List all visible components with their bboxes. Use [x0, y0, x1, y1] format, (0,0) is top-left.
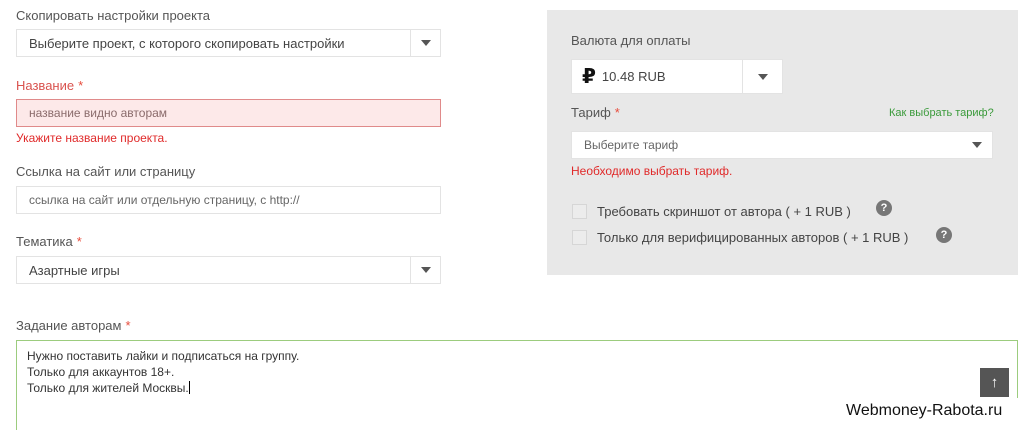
task-line: Только для аккаунтов 18+.: [27, 365, 175, 379]
chevron-down-icon[interactable]: [410, 30, 440, 56]
site-link-input-placeholder: ссылка на сайт или отдельную страницу, с…: [29, 193, 300, 207]
copy-settings-select[interactable]: Выберите проект, с которого скопировать …: [16, 29, 441, 57]
topic-select-value: Азартные игры: [29, 262, 120, 278]
name-error: Укажите название проекта.: [16, 131, 168, 145]
currency-select-value: ₽ 10.48 RUB: [572, 64, 742, 89]
task-line: Только для жителей Москвы.: [27, 381, 189, 395]
scroll-to-top-button[interactable]: ↑: [980, 368, 1009, 397]
name-label: Название *: [16, 78, 83, 93]
chevron-down-icon[interactable]: [742, 60, 782, 93]
task-line: Нужно поставить лайки и подписаться на г…: [27, 349, 300, 363]
help-icon[interactable]: ?: [936, 227, 952, 243]
task-label: Задание авторам *: [16, 318, 131, 333]
ruble-icon: ₽: [582, 66, 596, 88]
how-to-choose-tariff-link[interactable]: Как выбрать тариф?: [889, 107, 994, 119]
topic-label: Тематика *: [16, 234, 82, 249]
currency-select[interactable]: ₽ 10.48 RUB: [571, 59, 783, 94]
screenshot-checkbox-label: Требовать скриншот от автора ( + 1 RUB ): [597, 204, 851, 219]
site-link-input[interactable]: ссылка на сайт или отдельную страницу, с…: [16, 186, 441, 214]
tariff-label: Тариф *: [571, 105, 620, 120]
topic-label-text: Тематика: [16, 234, 73, 249]
chevron-down-icon[interactable]: [410, 257, 440, 283]
help-icon[interactable]: ?: [876, 200, 892, 216]
task-label-text: Задание авторам: [16, 318, 122, 333]
name-label-text: Название: [16, 78, 75, 93]
required-mark: *: [614, 105, 620, 120]
currency-label: Валюта для оплаты: [571, 33, 691, 48]
text-caret: [188, 381, 190, 394]
chevron-down-icon[interactable]: [962, 132, 992, 158]
topic-select[interactable]: Азартные игры: [16, 256, 441, 284]
payment-panel: Валюта для оплаты ₽ 10.48 RUB Тариф * Как…: [547, 10, 1018, 275]
arrow-up-icon: ↑: [990, 374, 999, 391]
watermark: Webmoney-Rabota.ru: [846, 402, 1003, 419]
copy-settings-select-value: Выберите проект, с которого скопировать …: [29, 35, 345, 51]
currency-value-text: 10.48 RUB: [601, 69, 666, 84]
verified-authors-checkbox[interactable]: [572, 230, 587, 245]
task-line-last: Только для жителей Москвы.: [27, 380, 1007, 396]
copy-settings-label: Скопировать настройки проекта: [16, 8, 211, 23]
verified-authors-checkbox-label: Только для верифицированных авторов ( + …: [597, 230, 909, 245]
required-mark: *: [78, 78, 84, 93]
tariff-error: Необходимо выбрать тариф.: [571, 164, 733, 178]
required-mark: *: [76, 234, 82, 249]
site-link-label: Ссылка на сайт или страницу: [16, 164, 196, 179]
name-input[interactable]: название видно авторам: [16, 99, 441, 127]
name-input-placeholder: название видно авторам: [29, 106, 168, 120]
tariff-select[interactable]: Выберите тариф: [571, 131, 993, 159]
tariff-select-value: Выберите тариф: [584, 138, 679, 152]
required-mark: *: [125, 318, 131, 333]
tariff-label-text: Тариф: [571, 105, 611, 120]
screenshot-checkbox[interactable]: [572, 204, 587, 219]
